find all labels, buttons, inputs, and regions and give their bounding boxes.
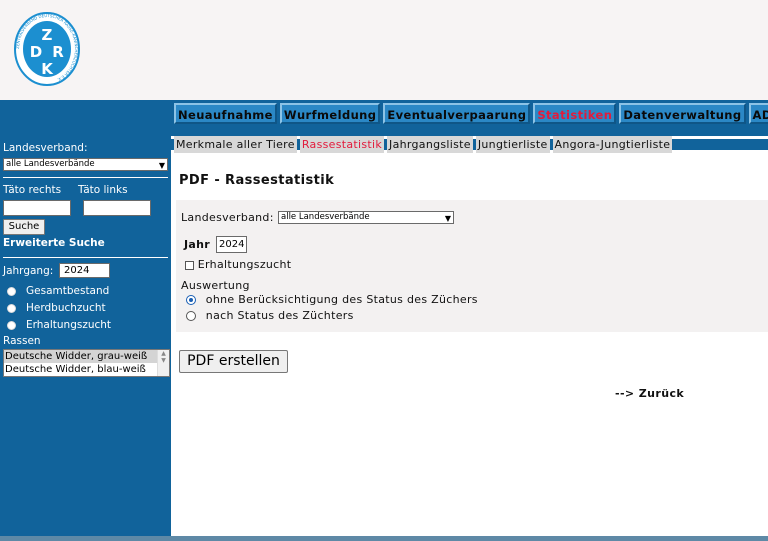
nav-statistiken[interactable]: Statistiken	[533, 103, 617, 124]
sidebar: Landesverband: alle Landesverbände ▼ Tät…	[0, 136, 171, 541]
jahrgang-input[interactable]: 2024	[59, 263, 110, 278]
header: Z D R K ZENTRALVERBAND DEUTSCHER RASSE-K…	[0, 0, 768, 100]
landesverband-label: Landesverband:	[181, 211, 274, 224]
divider	[3, 177, 168, 178]
svg-text:R: R	[52, 43, 64, 61]
auswertung-option-label: ohne Berücksichtigung des Status des Züc…	[205, 293, 478, 306]
rassen-listbox[interactable]: Deutsche Widder, grau-weiß Deutsche Widd…	[3, 349, 170, 377]
auswertung-label: Auswertung	[181, 279, 250, 292]
tab-merkmale-aller-tiere[interactable]: Merkmale aller Tiere	[174, 136, 297, 153]
radio-icon[interactable]	[7, 303, 16, 313]
top-navigation: Neuaufnahme Wurfmeldung Eventualverpaaru…	[174, 103, 768, 124]
chevron-down-icon: ▼	[158, 161, 165, 170]
create-pdf-button[interactable]: PDF erstellen	[179, 350, 288, 373]
auswertung-option-nach-status[interactable]: nach Status des Züchters	[186, 309, 354, 322]
nav-admin[interactable]: ADMIN	[748, 103, 768, 124]
nav-eventualverpaarung[interactable]: Eventualverpaarung	[383, 103, 531, 124]
landesverband-label: Landesverband:	[3, 142, 88, 154]
scrollbar[interactable]: ▲ ▼	[157, 350, 169, 376]
auswertung-option-ohne-status[interactable]: ohne Berücksichtigung des Status des Züc…	[186, 293, 478, 306]
sub-navigation: Merkmale aller Tiere Rassestatistik Jahr…	[174, 136, 673, 153]
auswertung-option-label: nach Status des Züchters	[205, 309, 354, 322]
radio-icon[interactable]	[7, 320, 16, 330]
svg-text:K: K	[41, 60, 54, 78]
list-item[interactable]: Deutsche Widder, blau-weiß	[4, 363, 169, 376]
nav-neuaufnahme[interactable]: Neuaufnahme	[174, 103, 277, 124]
jahrgang-label: Jahrgang:	[3, 265, 54, 277]
zdrk-logo: Z D R K ZENTRALVERBAND DEUTSCHER RASSE-K…	[14, 12, 80, 86]
option-erhaltungszucht[interactable]: Erhaltungszucht	[7, 319, 111, 331]
erhaltungszucht-option[interactable]: Erhaltungszucht	[185, 258, 291, 271]
tab-angora-jungtierliste[interactable]: Angora-Jungtierliste	[552, 136, 673, 153]
tab-rassestatistik[interactable]: Rassestatistik	[299, 136, 385, 153]
main-landesverband-select[interactable]: alle Landesverbände ▼	[278, 211, 454, 224]
back-link[interactable]: --> Zurück	[615, 387, 684, 400]
jahr-input[interactable]: 2024	[216, 236, 247, 253]
radio-icon[interactable]	[186, 295, 196, 305]
checkbox-icon[interactable]	[185, 260, 194, 270]
erhaltungszucht-label: Erhaltungszucht	[197, 258, 292, 271]
svg-text:D: D	[30, 43, 42, 61]
landesverband-select[interactable]: alle Landesverbände ▼	[3, 158, 168, 171]
chevron-down-icon: ▼	[444, 214, 451, 223]
radio-icon[interactable]	[7, 286, 16, 296]
nav-datenverwaltung[interactable]: Datenverwaltung	[619, 103, 746, 124]
form-panel: Landesverband: alle Landesverbände ▼ Jah…	[176, 200, 768, 332]
advanced-search-link[interactable]: Erweiterte Suche	[3, 237, 105, 249]
divider	[3, 257, 168, 258]
search-button[interactable]: Suche	[3, 219, 45, 235]
option-gesamtbestand[interactable]: Gesamtbestand	[7, 285, 109, 297]
page-title: PDF - Rassestatistik	[179, 173, 335, 188]
svg-text:Z: Z	[42, 26, 53, 44]
tab-jahrgangsliste[interactable]: Jahrgangsliste	[387, 136, 473, 153]
taeto-links-input[interactable]	[83, 200, 151, 216]
main-content: Merkmale aller Tiere Rassestatistik Jahr…	[171, 136, 768, 541]
taeto-links-label: Täto links	[78, 184, 128, 196]
rassen-label: Rassen	[3, 335, 41, 347]
option-label: Gesamtbestand	[26, 285, 110, 297]
radio-icon[interactable]	[186, 311, 196, 321]
option-herdbuchzucht[interactable]: Herdbuchzucht	[7, 302, 106, 314]
jahr-label: Jahr	[184, 238, 210, 251]
bottom-bar	[0, 536, 768, 541]
nav-wurfmeldung[interactable]: Wurfmeldung	[279, 103, 381, 124]
taeto-rechts-label: Täto rechts	[3, 184, 62, 196]
option-label: Herdbuchzucht	[26, 302, 106, 314]
list-item[interactable]: Deutsche Widder, grau-weiß	[4, 350, 169, 363]
taeto-rechts-input[interactable]	[3, 200, 71, 216]
tab-jungtierliste[interactable]: Jungtierliste	[475, 136, 550, 153]
option-label: Erhaltungszucht	[26, 319, 112, 331]
landesverband-select-value: alle Landesverbände	[281, 212, 370, 222]
landesverband-select-value: alle Landesverbände	[6, 159, 95, 169]
